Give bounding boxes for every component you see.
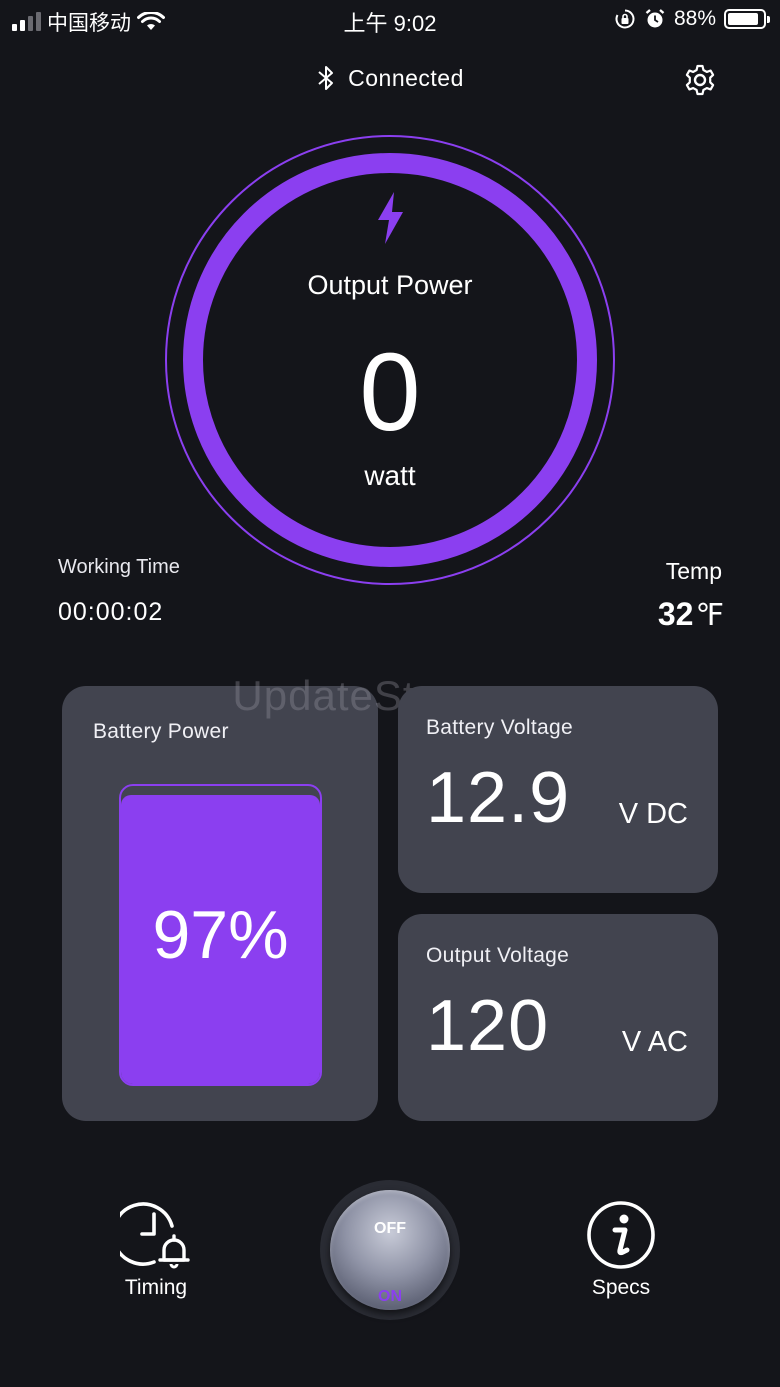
- output-voltage-unit: V AC: [621, 1026, 688, 1058]
- connection-status: Connected: [0, 64, 780, 92]
- battery-voltage-card: Battery Voltage 12.9 V DC: [398, 686, 718, 893]
- battery-power-card: Battery Power 97%: [62, 686, 378, 1121]
- gear-icon[interactable]: [682, 62, 718, 98]
- specs-label: Specs: [591, 1276, 651, 1299]
- output-power-unit: watt: [364, 460, 416, 491]
- output-voltage-label: Output Voltage: [426, 944, 570, 967]
- output-power-value: 0: [359, 331, 421, 454]
- battery-icon: [724, 9, 770, 29]
- clock-alarm-icon: [120, 1202, 190, 1269]
- bluetooth-icon: [318, 66, 334, 90]
- working-time-value: 00:00:02: [58, 598, 164, 626]
- orientation-lock-icon: [615, 9, 635, 29]
- switch-off-label: OFF: [374, 1220, 406, 1237]
- timing-label: Timing: [124, 1276, 188, 1299]
- battery-voltage-label: Battery Voltage: [426, 716, 573, 739]
- battery-percent: 88%: [673, 7, 716, 30]
- lightning-bolt-icon: [378, 192, 403, 244]
- switch-on-label: ON: [378, 1288, 402, 1305]
- battery-percent-value: 97%: [152, 897, 289, 973]
- temp-number: 32: [657, 596, 694, 632]
- output-voltage-card: Output Voltage 120 V AC: [398, 914, 718, 1121]
- battery-power-label: Battery Power: [93, 720, 229, 743]
- gauge-title: Output Power: [307, 270, 473, 300]
- temp-label: Temp: [665, 558, 722, 584]
- output-voltage-value: 120: [426, 986, 550, 1066]
- timing-button[interactable]: Timing: [96, 1200, 216, 1300]
- status-right: 88%: [614, 7, 770, 31]
- working-time-label: Working Time: [58, 556, 180, 578]
- power-toggle-switch[interactable]: OFF ON: [320, 1180, 460, 1320]
- alarm-icon: [645, 9, 665, 28]
- battery-voltage-unit: V DC: [618, 798, 688, 830]
- info-icon: [587, 1201, 655, 1269]
- status-bar: 中国移动 上午 9:02 88%: [0, 0, 780, 40]
- connection-label: Connected: [348, 64, 464, 91]
- battery-voltage-value: 12.9: [426, 758, 571, 838]
- battery-level-bar: 97%: [119, 784, 322, 1086]
- temp-value: 32℉: [658, 596, 724, 633]
- specs-button[interactable]: Specs: [561, 1200, 681, 1300]
- power-toggle-knob[interactable]: OFF ON: [330, 1190, 450, 1310]
- temp-unit: ℉: [695, 599, 724, 632]
